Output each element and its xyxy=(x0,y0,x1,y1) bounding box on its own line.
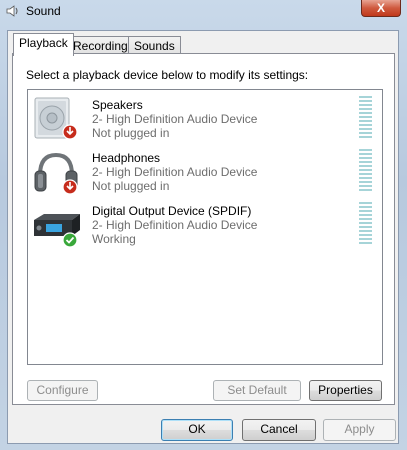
close-button[interactable]: X xyxy=(361,0,401,17)
headphones-icon xyxy=(34,152,78,195)
device-item-digital-output[interactable]: Digital Output Device (SPDIF) 2- High De… xyxy=(30,200,380,252)
device-status: Working xyxy=(92,232,136,246)
volume-meter xyxy=(359,149,372,193)
device-status: Not plugged in xyxy=(92,126,170,140)
instruction-text: Select a playback device below to modify… xyxy=(26,68,309,82)
device-description: 2- High Definition Audio Device xyxy=(92,218,258,232)
configure-button[interactable]: Configure xyxy=(27,380,98,401)
sound-dialog: Sound X Playback Recording Sounds Select… xyxy=(0,0,407,450)
device-name: Digital Output Device (SPDIF) xyxy=(92,204,252,218)
playback-panel: Select a playback device below to modify… xyxy=(12,53,395,405)
device-item-speakers[interactable]: Speakers 2- High Definition Audio Device… xyxy=(30,94,380,146)
unplugged-badge-icon xyxy=(62,124,78,140)
device-name: Speakers xyxy=(92,98,143,112)
speaker-title-icon xyxy=(6,5,18,17)
cancel-button[interactable]: Cancel xyxy=(242,419,316,441)
window-title: Sound xyxy=(26,4,61,18)
working-check-icon xyxy=(62,232,78,248)
device-list[interactable]: Speakers 2- High Definition Audio Device… xyxy=(27,89,383,365)
apply-button[interactable]: Apply xyxy=(323,419,396,441)
tab-playback[interactable]: Playback xyxy=(13,33,74,56)
device-status: Not plugged in xyxy=(92,179,170,193)
set-default-button[interactable]: Set Default xyxy=(213,380,301,401)
digital-output-icon xyxy=(34,214,80,248)
title-bar[interactable]: Sound X xyxy=(0,0,407,22)
unplugged-badge-icon xyxy=(62,179,78,195)
device-item-headphones[interactable]: Headphones 2- High Definition Audio Devi… xyxy=(30,147,380,199)
speaker-icon xyxy=(34,97,78,140)
ok-button[interactable]: OK xyxy=(161,419,233,441)
properties-button[interactable]: Properties xyxy=(309,380,382,401)
device-description: 2- High Definition Audio Device xyxy=(92,112,258,126)
device-description: 2- High Definition Audio Device xyxy=(92,165,258,179)
device-name: Headphones xyxy=(92,151,161,165)
volume-meter xyxy=(359,96,372,140)
volume-meter xyxy=(359,202,372,246)
